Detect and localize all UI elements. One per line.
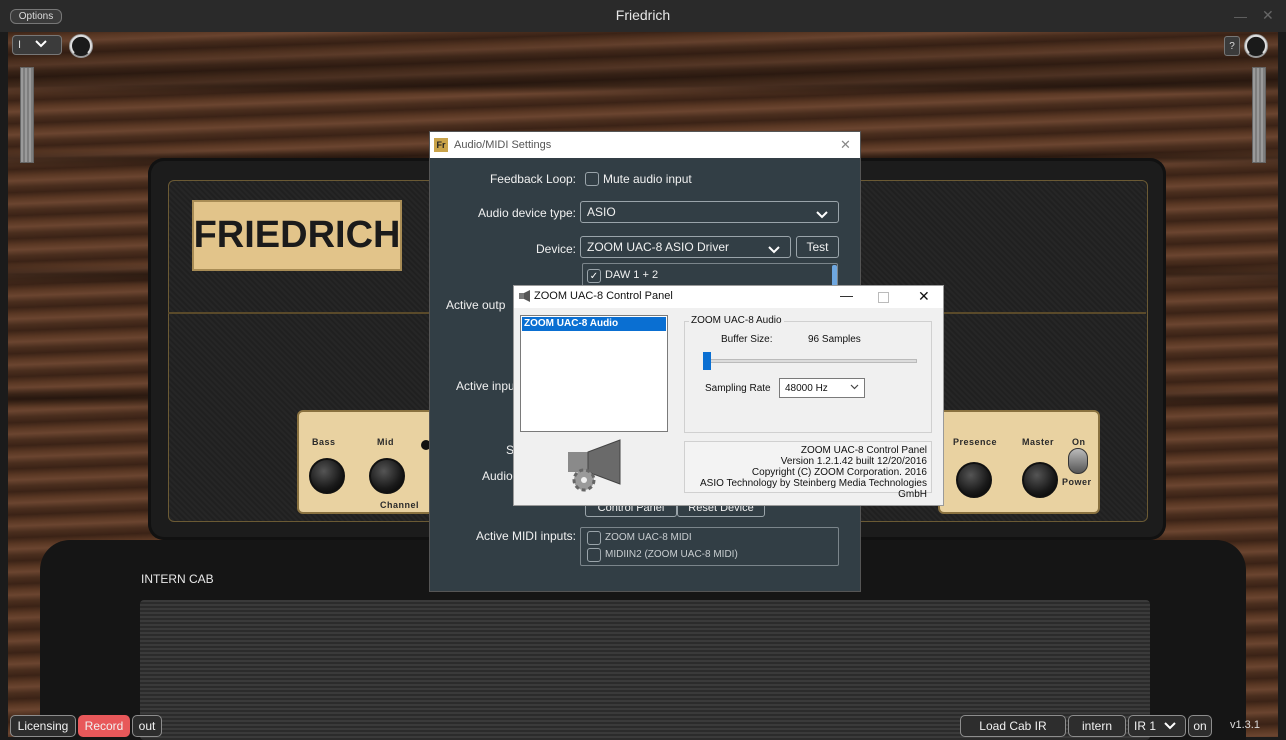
presence-knob[interactable] [956, 462, 992, 498]
out-button[interactable]: out [132, 715, 162, 737]
preset-value: I [18, 39, 22, 51]
buffer-size-slider-thumb[interactable] [703, 352, 711, 370]
mute-audio-input-checkbox[interactable] [585, 172, 599, 186]
chevron-down-icon [1164, 719, 1176, 733]
mid-label: Mid [377, 437, 394, 447]
brand-text: FRIEDRICH [193, 214, 401, 256]
mute-audio-input-label: Mute audio input [603, 172, 692, 186]
device-type-label: Audio device type: [477, 206, 576, 220]
licensing-button[interactable]: Licensing [10, 715, 76, 737]
audio-buffer-label: Audio [482, 469, 513, 483]
input-gain-knob-icon[interactable] [68, 33, 94, 64]
ir-select[interactable]: IR 1 [1128, 715, 1186, 737]
group-title: ZOOM UAC-8 Audio [689, 315, 784, 326]
presence-label: Presence [953, 437, 998, 447]
info-line: ASIO Technology by Steinberg Media Techn… [700, 478, 927, 500]
close-icon[interactable]: ✕ [918, 288, 930, 305]
test-button[interactable]: Test [796, 236, 839, 258]
midi-input-label: ZOOM UAC-8 MIDI [605, 532, 692, 543]
close-icon[interactable]: ✕ [840, 137, 851, 153]
info-line: Version 1.2.1.42 built 12/20/2016 [780, 456, 927, 467]
input-level-slider[interactable] [20, 67, 34, 163]
midi-input-label: MIDIIN2 (ZOOM UAC-8 MIDI) [605, 549, 738, 560]
maximize-icon[interactable] [878, 292, 889, 303]
master-label: Master [1022, 437, 1055, 447]
minimize-icon[interactable]: — [840, 288, 853, 303]
buffer-size-label: Buffer Size: [721, 334, 773, 345]
buffer-size-value: 96 Samples [808, 334, 861, 345]
chevron-down-icon [768, 243, 780, 257]
zoom-window-title: ZOOM UAC-8 Control Panel [534, 290, 673, 302]
device-select[interactable]: ZOOM UAC-8 ASIO Driver [580, 236, 791, 258]
device-label: Device: [535, 242, 576, 256]
cab-label: INTERN CAB [141, 572, 214, 586]
on-label: On [1072, 437, 1086, 447]
power-label: Power [1062, 477, 1092, 487]
master-knob[interactable] [1022, 462, 1058, 498]
speaker-gear-icon [566, 438, 626, 497]
speaker-gear-icon [518, 289, 532, 306]
output-checkbox[interactable]: ✓ [587, 269, 601, 283]
output-gain-knob-icon[interactable] [1243, 33, 1269, 64]
active-inputs-label: Active inpu [456, 379, 515, 393]
minimize-icon[interactable]: — [1234, 9, 1247, 24]
ir-select-value: IR 1 [1134, 719, 1157, 733]
preset-select[interactable]: I [12, 35, 62, 55]
chevron-down-icon [816, 208, 828, 222]
help-button[interactable]: ? [1224, 36, 1240, 56]
bass-label: Bass [312, 437, 336, 447]
channel-label: Channel [380, 500, 420, 510]
output-level-slider[interactable] [1252, 67, 1266, 163]
midi-input-checkbox[interactable] [587, 548, 601, 562]
active-outputs-label: Active outp [446, 298, 506, 312]
audio-dialog-titlebar: Fr Audio/MIDI Settings ✕ [430, 132, 860, 158]
feedback-loop-label: Feedback Loop: [489, 172, 576, 186]
sampling-rate-select[interactable]: 48000 Hz [779, 378, 865, 398]
intern-button[interactable]: intern [1068, 715, 1126, 737]
options-button[interactable]: Options [10, 9, 62, 24]
record-button[interactable]: Record [78, 715, 130, 737]
audio-settings-group: ZOOM UAC-8 Audio Buffer Size: 96 Samples… [684, 315, 932, 433]
info-line: Copyright (C) ZOOM Corporation. 2016 [751, 467, 927, 478]
window-title: Friedrich [615, 7, 671, 23]
load-cab-ir-button[interactable]: Load Cab IR [960, 715, 1066, 737]
device-type-value: ASIO [587, 205, 616, 219]
amp-brand-badge: FRIEDRICH [192, 200, 402, 271]
zoom-titlebar: ZOOM UAC-8 Control Panel — ✕ [514, 286, 943, 308]
midi-input-checkbox[interactable] [587, 531, 601, 545]
mid-knob[interactable] [369, 458, 405, 494]
bass-knob[interactable] [309, 458, 345, 494]
buffer-size-track [703, 359, 917, 363]
power-switch[interactable] [1068, 448, 1088, 474]
audio-dialog-title: Audio/MIDI Settings [454, 139, 552, 151]
output-item-label: DAW 1 + 2 [605, 269, 659, 281]
title-bar: Friedrich Options — ✕ [0, 0, 1286, 32]
app-icon: Fr [434, 138, 448, 152]
device-list-item[interactable]: ZOOM UAC-8 Audio [522, 317, 666, 331]
version-info: ZOOM UAC-8 Control Panel Version 1.2.1.4… [685, 445, 927, 500]
info-line: ZOOM UAC-8 Control Panel [800, 445, 927, 456]
chevron-down-icon [850, 382, 859, 394]
device-list: ZOOM UAC-8 Audio [520, 315, 668, 432]
ir-on-button[interactable]: on [1188, 715, 1212, 737]
chevron-down-icon [35, 39, 47, 51]
version-info-box: ZOOM UAC-8 Control Panel Version 1.2.1.4… [684, 441, 932, 500]
device-type-select[interactable]: ASIO [580, 201, 839, 223]
sampling-rate-label: Sampling Rate [705, 383, 771, 394]
device-value: ZOOM UAC-8 ASIO Driver [587, 240, 730, 254]
midi-inputs-list: ZOOM UAC-8 MIDI MIDIIN2 (ZOOM UAC-8 MIDI… [580, 527, 839, 566]
scrollbar[interactable] [832, 265, 837, 287]
zoom-control-panel-window: ZOOM UAC-8 Control Panel — ✕ ZOOM UAC-8 … [513, 285, 944, 506]
active-midi-label: Active MIDI inputs: [475, 529, 576, 543]
version-label: v1.3.1 [1230, 719, 1260, 731]
close-icon[interactable]: ✕ [1262, 7, 1274, 24]
sampling-rate-value: 48000 Hz [785, 383, 828, 394]
